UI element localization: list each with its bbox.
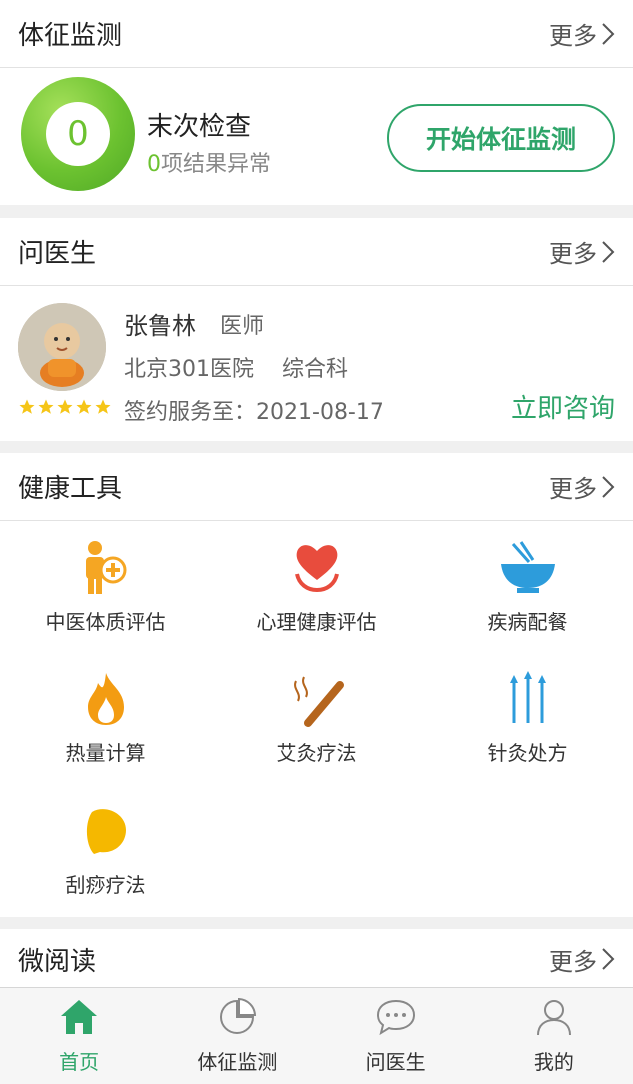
doctor-department: 综合科 [282, 357, 349, 382]
tool-calorie[interactable]: 热量计算 [0, 653, 211, 783]
sign-service: 签约服务至：2021-08-17 [124, 394, 384, 426]
doctor-card[interactable]: 张鲁林 医师 北京301医院 综合科 签约服务至：2021-08-17 立即咨询 [0, 286, 633, 440]
tools-section: 健康工具 更多 中医体质评估 心理健康评估 疾病配餐 热量计算 艾灸疗法 针灸处… [0, 453, 633, 917]
tools-title: 健康工具 [18, 474, 123, 504]
consult-now-button[interactable]: 立即咨询 [511, 388, 615, 425]
flame-icon [76, 669, 136, 729]
more-label: 更多 [549, 947, 597, 976]
avatar [18, 303, 106, 391]
sign-label: 签约服务至： [124, 400, 257, 425]
doctor-header: 问医生 更多 [0, 218, 633, 286]
pie-chart-icon [217, 996, 257, 1038]
tcm-constitution-icon [76, 538, 136, 598]
chevron-right-icon [602, 22, 615, 45]
nav-vitals[interactable]: 体征监测 [158, 988, 316, 1084]
tool-label: 热量计算 [65, 741, 146, 765]
reading-section: 微阅读 更多 [0, 929, 633, 989]
abnormal-text: 项结果异常 [161, 152, 272, 177]
heart-hands-icon [287, 538, 347, 598]
nav-mine[interactable]: 我的 [475, 988, 633, 1084]
nav-label: 体征监测 [197, 1050, 278, 1074]
score-value: 0 [46, 102, 110, 166]
star-icon [76, 399, 92, 414]
start-vitals-button[interactable]: 开始体征监测 [387, 104, 615, 172]
bottom-nav: 首页 体征监测 问医生 我的 [0, 987, 633, 1084]
tool-moxibustion[interactable]: 艾灸疗法 [211, 653, 422, 783]
acupuncture-needles-icon [498, 669, 558, 729]
star-icon [57, 399, 73, 414]
home-icon [59, 996, 99, 1038]
rating-stars [18, 398, 113, 416]
more-label: 更多 [549, 240, 597, 268]
doctor-more-link[interactable]: 更多 [549, 234, 615, 269]
more-label: 更多 [549, 22, 597, 50]
nav-ask-doctor[interactable]: 问医生 [317, 988, 475, 1084]
tool-label: 疾病配餐 [487, 610, 568, 634]
doctor-title: 问医生 [18, 239, 97, 269]
tool-mental-health[interactable]: 心理健康评估 [211, 522, 422, 652]
tool-diet[interactable]: 疾病配餐 [422, 522, 633, 652]
nav-label: 首页 [59, 1050, 100, 1074]
vitals-section: 体征监测 更多 0 末次检查 0项结果异常 开始体征监测 [0, 0, 633, 205]
doctor-name: 张鲁林 [124, 312, 196, 340]
nav-label: 我的 [533, 1050, 574, 1074]
reading-header: 微阅读 更多 [0, 929, 633, 989]
tool-label: 针灸处方 [487, 741, 568, 765]
chevron-right-icon [602, 475, 615, 498]
tools-header: 健康工具 更多 [0, 453, 633, 521]
reading-title: 微阅读 [18, 946, 97, 977]
nav-home[interactable]: 首页 [0, 988, 158, 1084]
tool-label: 刮痧疗法 [65, 873, 146, 897]
tool-acupuncture[interactable]: 针灸处方 [422, 653, 633, 783]
chevron-right-icon [602, 240, 615, 263]
nav-label: 问医生 [365, 1050, 426, 1074]
tool-label: 心理健康评估 [256, 610, 377, 634]
tool-label: 艾灸疗法 [276, 741, 357, 765]
vitals-more-link[interactable]: 更多 [549, 16, 615, 51]
star-icon [38, 399, 54, 414]
doctor-section: 问医生 更多 张鲁林 医师 北京301医院 综合科 签约服务至：2021-08-… [0, 218, 633, 441]
star-icon [95, 399, 111, 414]
chat-bubble-icon [375, 996, 417, 1038]
last-check-label: 末次检查 [147, 112, 252, 142]
tool-guasha[interactable]: 刮痧疗法 [0, 785, 211, 915]
moxa-stick-icon [287, 669, 347, 729]
vitals-title: 体征监测 [18, 21, 123, 51]
abnormal-count: 0 [147, 152, 161, 177]
bowl-chopsticks-icon [498, 538, 558, 598]
chevron-right-icon [602, 948, 615, 970]
more-label: 更多 [549, 475, 597, 503]
score-ring: 0 [21, 77, 135, 191]
gua-sha-board-icon [76, 801, 136, 861]
abnormal-summary: 0项结果异常 [147, 146, 271, 178]
tool-tcm-constitution[interactable]: 中医体质评估 [0, 522, 211, 652]
tool-label: 中医体质评估 [45, 610, 166, 634]
vitals-header: 体征监测 更多 [0, 0, 633, 68]
reading-more-link[interactable]: 更多 [549, 942, 615, 977]
doctor-hospital: 北京301医院 [124, 357, 254, 382]
star-icon [19, 399, 35, 414]
doctor-role: 医师 [220, 314, 265, 339]
tools-more-link[interactable]: 更多 [549, 469, 615, 504]
user-icon [534, 996, 574, 1038]
sign-date: 2021-08-17 [256, 400, 384, 425]
